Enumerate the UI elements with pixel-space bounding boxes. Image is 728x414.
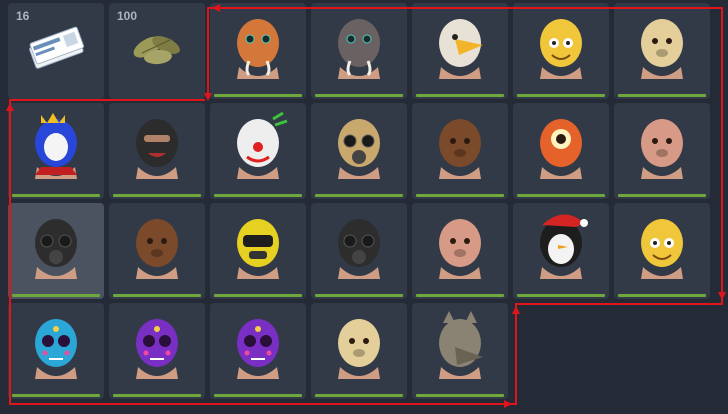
inventory-slot[interactable] bbox=[311, 203, 407, 299]
condition-bar bbox=[113, 194, 201, 197]
inventory-slot[interactable] bbox=[614, 3, 710, 99]
condition-bar-fill bbox=[12, 194, 100, 197]
inventory-slot[interactable] bbox=[614, 203, 710, 299]
condition-bar bbox=[416, 394, 504, 397]
item-quantity: 100 bbox=[117, 9, 138, 23]
condition-bar-fill bbox=[416, 194, 504, 197]
inventory-slot[interactable] bbox=[614, 103, 710, 199]
condition-bar bbox=[12, 194, 100, 197]
condition-bar-fill bbox=[214, 294, 302, 297]
inventory-slot[interactable] bbox=[412, 203, 508, 299]
condition-bar bbox=[315, 394, 403, 397]
condition-bar-fill bbox=[517, 194, 605, 197]
inventory-slot[interactable]: 16 bbox=[8, 3, 104, 99]
inventory-slot[interactable] bbox=[311, 303, 407, 399]
condition-bar bbox=[517, 294, 605, 297]
condition-bar bbox=[214, 194, 302, 197]
condition-bar bbox=[618, 294, 706, 297]
inventory-slot[interactable] bbox=[210, 203, 306, 299]
condition-bar bbox=[113, 394, 201, 397]
inventory-slot[interactable]: 100 bbox=[109, 3, 205, 99]
condition-bar bbox=[315, 94, 403, 97]
condition-bar-fill bbox=[113, 294, 201, 297]
inventory-slot[interactable] bbox=[109, 203, 205, 299]
condition-bar bbox=[416, 294, 504, 297]
condition-bar-fill bbox=[315, 194, 403, 197]
inventory-slot[interactable] bbox=[412, 303, 508, 399]
condition-bar-fill bbox=[214, 394, 302, 397]
inventory-slot[interactable] bbox=[513, 103, 609, 199]
condition-bar-fill bbox=[113, 194, 201, 197]
condition-bar bbox=[517, 94, 605, 97]
condition-bar-fill bbox=[618, 294, 706, 297]
inventory-grid: 16 100 bbox=[8, 3, 710, 399]
condition-bar bbox=[12, 394, 100, 397]
condition-bar bbox=[416, 194, 504, 197]
condition-bar-fill bbox=[416, 394, 504, 397]
condition-bar bbox=[517, 194, 605, 197]
inventory-slot[interactable] bbox=[513, 3, 609, 99]
condition-bar-fill bbox=[315, 294, 403, 297]
condition-bar-fill bbox=[416, 294, 504, 297]
inventory-slot[interactable] bbox=[8, 203, 104, 299]
condition-bar bbox=[618, 94, 706, 97]
condition-bar-fill bbox=[315, 94, 403, 97]
condition-bar-fill bbox=[12, 394, 100, 397]
condition-bar bbox=[214, 294, 302, 297]
inventory-slot[interactable] bbox=[8, 103, 104, 199]
condition-bar bbox=[12, 294, 100, 297]
condition-bar bbox=[618, 194, 706, 197]
condition-bar-fill bbox=[618, 94, 706, 97]
inventory-slot-empty[interactable] bbox=[614, 303, 710, 399]
condition-bar-fill bbox=[12, 294, 100, 297]
item-quantity: 16 bbox=[16, 9, 30, 23]
route-arrow bbox=[504, 400, 512, 408]
inventory-slot[interactable] bbox=[412, 103, 508, 199]
inventory-slot[interactable] bbox=[210, 103, 306, 199]
condition-bar-fill bbox=[113, 394, 201, 397]
inventory-slot[interactable] bbox=[210, 3, 306, 99]
inventory-slot[interactable] bbox=[311, 103, 407, 199]
inventory-slot[interactable] bbox=[8, 303, 104, 399]
condition-bar bbox=[214, 394, 302, 397]
route-arrow bbox=[718, 292, 726, 300]
condition-bar bbox=[416, 94, 504, 97]
inventory-slot[interactable] bbox=[513, 203, 609, 299]
condition-bar-fill bbox=[315, 394, 403, 397]
condition-bar-fill bbox=[214, 194, 302, 197]
inventory-slot-empty[interactable] bbox=[513, 303, 609, 399]
condition-bar bbox=[214, 94, 302, 97]
inventory-slot[interactable] bbox=[109, 303, 205, 399]
inventory-slot[interactable] bbox=[210, 303, 306, 399]
inventory-slot[interactable] bbox=[109, 103, 205, 199]
condition-bar-fill bbox=[517, 294, 605, 297]
condition-bar-fill bbox=[416, 94, 504, 97]
condition-bar-fill bbox=[517, 94, 605, 97]
inventory-slot[interactable] bbox=[412, 3, 508, 99]
condition-bar bbox=[315, 194, 403, 197]
condition-bar bbox=[315, 294, 403, 297]
condition-bar-fill bbox=[618, 194, 706, 197]
inventory-slot[interactable] bbox=[311, 3, 407, 99]
condition-bar-fill bbox=[214, 94, 302, 97]
condition-bar bbox=[113, 294, 201, 297]
